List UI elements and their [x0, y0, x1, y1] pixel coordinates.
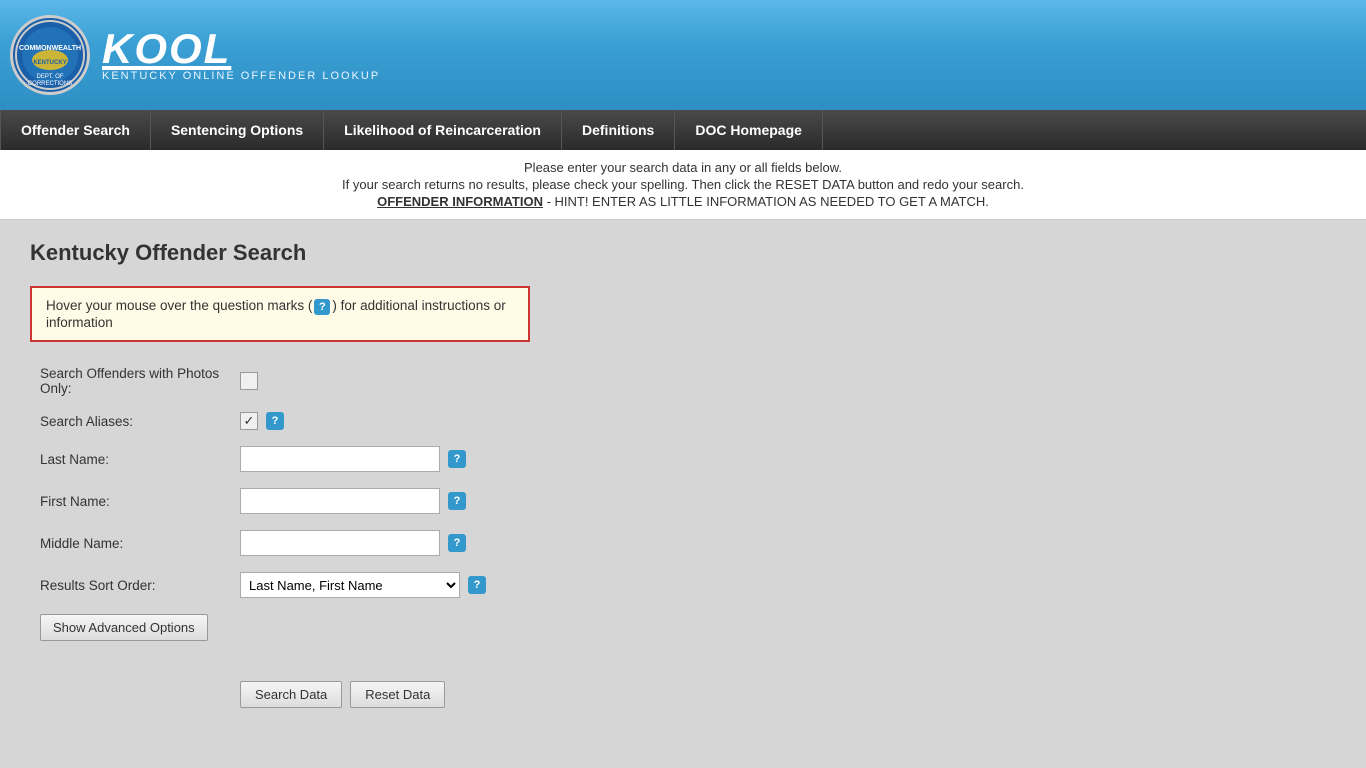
- last-name-input[interactable]: [240, 446, 440, 472]
- first-name-input[interactable]: [240, 488, 440, 514]
- search-data-button[interactable]: Search Data: [240, 681, 342, 708]
- svg-text:KENTUCKY: KENTUCKY: [33, 60, 66, 66]
- sort-order-row: Results Sort Order: Last Name, First Nam…: [40, 572, 870, 598]
- aliases-checkbox[interactable]: [240, 412, 258, 430]
- info-line3-rest: - HINT! ENTER AS LITTLE INFORMATION AS N…: [543, 194, 989, 209]
- photos-only-label: Search Offenders with Photos Only:: [40, 366, 240, 396]
- logo: COMMONWEALTH KENTUCKY DEPT. OF CORRECTIO…: [10, 15, 90, 95]
- site-title: KOOL KENTUCKY ONLINE OFFENDER LOOKUP: [102, 28, 380, 82]
- middle-name-input[interactable]: [240, 530, 440, 556]
- header: COMMONWEALTH KENTUCKY DEPT. OF CORRECTIO…: [0, 0, 1366, 110]
- page-title: Kentucky Offender Search: [30, 240, 870, 266]
- logo-area: COMMONWEALTH KENTUCKY DEPT. OF CORRECTIO…: [10, 15, 380, 95]
- info-line3: OFFENDER INFORMATION - HINT! ENTER AS LI…: [20, 194, 1346, 209]
- main-content: Kentucky Offender Search Hover your mous…: [0, 220, 900, 728]
- photos-only-control: [240, 372, 258, 390]
- aliases-help-button[interactable]: ?: [266, 412, 284, 430]
- first-name-row: First Name: ?: [40, 488, 870, 514]
- aliases-control: ?: [240, 412, 284, 430]
- first-name-help-button[interactable]: ?: [448, 492, 466, 510]
- photos-only-row: Search Offenders with Photos Only:: [40, 366, 870, 396]
- aliases-row: Search Aliases: ?: [40, 412, 870, 430]
- action-buttons: Search Data Reset Data: [240, 681, 870, 708]
- first-name-label: First Name:: [40, 494, 240, 509]
- info-line1: Please enter your search data in any or …: [20, 160, 1346, 175]
- sort-order-label: Results Sort Order:: [40, 578, 240, 593]
- svg-text:CORRECTIONS: CORRECTIONS: [28, 81, 72, 87]
- sort-order-help-button[interactable]: ?: [468, 576, 486, 594]
- site-kool: KOOL: [102, 28, 380, 70]
- photos-only-checkbox[interactable]: [240, 372, 258, 390]
- sort-order-control: Last Name, First Name First Name, Last N…: [240, 572, 486, 598]
- main-nav: Offender Search Sentencing Options Likel…: [0, 110, 1366, 150]
- nav-likelihood-reincarceration[interactable]: Likelihood of Reincarceration: [324, 110, 562, 150]
- middle-name-label: Middle Name:: [40, 536, 240, 551]
- aliases-label: Search Aliases:: [40, 414, 240, 429]
- last-name-label: Last Name:: [40, 452, 240, 467]
- hint-question-icon: ?: [314, 299, 330, 315]
- middle-name-help-button[interactable]: ?: [448, 534, 466, 552]
- svg-text:DEPT. OF: DEPT. OF: [36, 74, 63, 80]
- middle-name-control: ?: [240, 530, 466, 556]
- nav-doc-homepage[interactable]: DOC Homepage: [675, 110, 823, 150]
- search-form: Search Offenders with Photos Only: Searc…: [40, 366, 870, 708]
- middle-name-row: Middle Name: ?: [40, 530, 870, 556]
- first-name-control: ?: [240, 488, 466, 514]
- advanced-options-section: Show Advanced Options: [40, 614, 870, 661]
- last-name-help-button[interactable]: ?: [448, 450, 466, 468]
- nav-offender-search[interactable]: Offender Search: [0, 110, 151, 150]
- show-advanced-options-button[interactable]: Show Advanced Options: [40, 614, 208, 641]
- offender-hint: OFFENDER INFORMATION: [377, 194, 543, 209]
- last-name-control: ?: [240, 446, 466, 472]
- info-bar: Please enter your search data in any or …: [0, 150, 1366, 220]
- nav-definitions[interactable]: Definitions: [562, 110, 675, 150]
- hint-text-before: Hover your mouse over the question marks…: [46, 298, 312, 313]
- last-name-row: Last Name: ?: [40, 446, 870, 472]
- site-subtitle: KENTUCKY ONLINE OFFENDER LOOKUP: [102, 70, 380, 82]
- reset-data-button[interactable]: Reset Data: [350, 681, 445, 708]
- info-line2: If your search returns no results, pleas…: [20, 177, 1346, 192]
- hint-box: Hover your mouse over the question marks…: [30, 286, 530, 342]
- nav-sentencing-options[interactable]: Sentencing Options: [151, 110, 324, 150]
- sort-order-select[interactable]: Last Name, First Name First Name, Last N…: [240, 572, 460, 598]
